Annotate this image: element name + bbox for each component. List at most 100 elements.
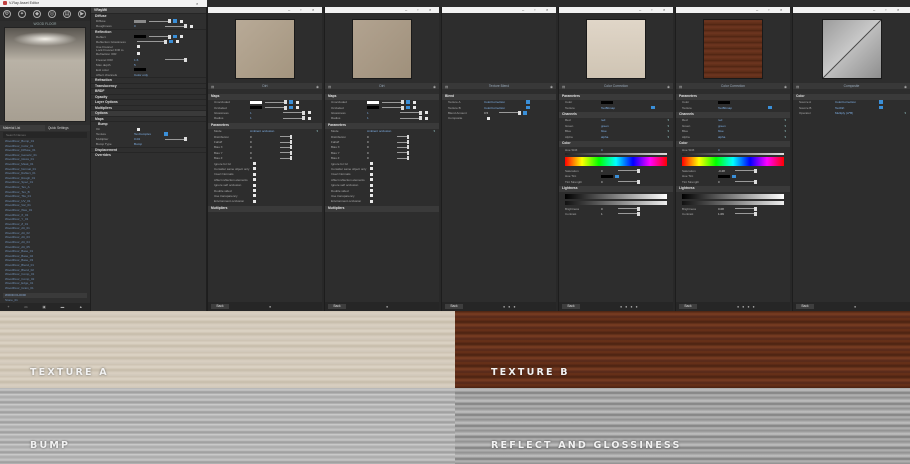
chevron-down-icon[interactable]: ▾	[667, 118, 669, 122]
minimize-icon[interactable]: –	[873, 7, 875, 13]
link-icon[interactable]	[173, 19, 177, 23]
back-button[interactable]: Back	[328, 304, 346, 309]
bump-on-checkbox[interactable]	[137, 127, 140, 131]
maximize-icon[interactable]: ▫	[651, 7, 652, 13]
minimize-icon[interactable]: –	[522, 7, 524, 13]
geometry-icon[interactable]: ◆	[33, 10, 41, 18]
minimize-icon[interactable]: –	[288, 7, 290, 13]
node-list-icon[interactable]: ▤	[796, 84, 799, 90]
occluded-swatch[interactable]	[250, 106, 262, 110]
back-button[interactable]: Back	[445, 304, 463, 309]
settings-icon[interactable]: ⚙	[3, 10, 11, 18]
node-eye-icon[interactable]: ◉	[550, 84, 553, 90]
save-icon[interactable]: ▣	[42, 305, 45, 309]
chevron-down-icon[interactable]: ▾	[316, 129, 318, 133]
node-list-icon[interactable]: ▤	[445, 84, 448, 90]
node-eye-icon[interactable]: ◉	[784, 84, 787, 90]
node-title: ▤ Color Correction ◉	[559, 83, 673, 89]
render-elements-icon[interactable]: ◎	[48, 10, 56, 18]
hue-spectrum[interactable]	[682, 157, 784, 167]
texture-icon[interactable]: ▤	[63, 10, 71, 18]
tab-material-list[interactable]: Material List	[0, 125, 45, 131]
delete-icon[interactable]: ▬	[61, 305, 65, 309]
back-button[interactable]: Back	[796, 304, 814, 309]
section-overrides[interactable]: Overrides	[91, 152, 206, 158]
search-input[interactable]: Search Names	[3, 132, 87, 138]
maximize-icon[interactable]: ▫	[300, 7, 301, 13]
node-preview	[352, 19, 412, 79]
render-icon[interactable]: ▶	[78, 10, 86, 18]
unoccluded-swatch[interactable]	[367, 100, 379, 104]
hue-spectrum[interactable]	[565, 157, 667, 167]
folder-icon[interactable]: ▭	[24, 305, 27, 309]
add-icon[interactable]: +	[7, 305, 9, 309]
node-list-icon[interactable]: ▤	[562, 84, 565, 90]
color-swatch[interactable]	[601, 100, 613, 104]
close-icon[interactable]: ×	[780, 7, 782, 13]
node-list-icon[interactable]: ▤	[328, 84, 331, 90]
maximize-icon[interactable]: ▫	[768, 7, 769, 13]
node-texture-blend: – ▫ × ▤ Texture Blend ◉ Blend Texture A Color…	[441, 7, 556, 311]
section-lightness[interactable]: Lightness	[559, 186, 673, 192]
hue-tint-swatch[interactable]	[601, 174, 613, 178]
back-button[interactable]: Back	[679, 304, 697, 309]
pager-dots[interactable]: ●	[854, 305, 857, 309]
section-multipliers[interactable]: Multipliers	[325, 206, 439, 212]
node-titlebar: – ▫ ×	[676, 7, 790, 13]
chevron-down-icon[interactable]: ▾	[784, 129, 786, 133]
left-toolbar: ⚙ ✦ ◆ ◎ ▤ ▶	[0, 7, 90, 21]
light-icon[interactable]: ✦	[18, 10, 26, 18]
maximize-icon[interactable]: ▫	[417, 7, 418, 13]
back-button[interactable]: Back	[562, 304, 580, 309]
chevron-down-icon[interactable]: ▾	[784, 124, 786, 128]
chevron-down-icon[interactable]: ▾	[667, 135, 669, 139]
list-item[interactable]: WoodFloor_Grain_02	[3, 291, 87, 292]
pager-dots[interactable]: ● ● ● ●	[737, 305, 756, 309]
node-eye-icon[interactable]: ◉	[667, 84, 670, 90]
node-eye-icon[interactable]: ◉	[433, 84, 436, 90]
list-item[interactable]: Stone_01	[3, 298, 87, 303]
close-icon[interactable]: ×	[312, 7, 314, 13]
color-swatch[interactable]	[718, 100, 730, 104]
pager-dots[interactable]: ● ● ●	[503, 305, 517, 309]
close-icon[interactable]: ×	[196, 0, 198, 7]
pager-dots[interactable]: ● ● ● ●	[620, 305, 639, 309]
close-icon[interactable]: ×	[663, 7, 665, 13]
maximize-icon[interactable]: ▫	[885, 7, 886, 13]
minimize-icon[interactable]: –	[756, 7, 758, 13]
reflect-swatch[interactable]	[134, 35, 146, 38]
node-list-icon[interactable]: ▤	[679, 84, 682, 90]
node-eye-icon[interactable]: ◉	[316, 84, 319, 90]
occluded-swatch[interactable]	[367, 106, 379, 110]
diffuse-swatch[interactable]	[134, 19, 146, 23]
vray-app-icon	[3, 0, 7, 5]
close-icon[interactable]: ×	[429, 7, 431, 13]
hue-tint-swatch[interactable]	[718, 174, 730, 178]
render-preview-icon[interactable]: ▲	[79, 305, 83, 309]
minimize-icon[interactable]: –	[639, 7, 641, 13]
unoccluded-swatch[interactable]	[250, 100, 262, 104]
lock-fresnel-checkbox[interactable]	[137, 51, 140, 55]
chevron-down-icon[interactable]: ▾	[667, 124, 669, 128]
maximize-icon[interactable]: ▫	[534, 7, 535, 13]
chevron-down-icon[interactable]: ▾	[784, 135, 786, 139]
tab-quick-settings[interactable]: Quick Settings	[45, 125, 90, 131]
minimize-icon[interactable]: –	[405, 7, 407, 13]
chevron-down-icon[interactable]: ▾	[904, 111, 906, 115]
reflect-glossiness-strip: REFLECT AND GLOSSINESS	[455, 388, 910, 464]
exit-color-swatch[interactable]	[134, 68, 146, 71]
close-icon[interactable]: ×	[546, 7, 548, 13]
section-lightness[interactable]: Lightness	[676, 186, 790, 192]
chevron-down-icon[interactable]: ▾	[667, 129, 669, 133]
close-icon[interactable]: ×	[897, 7, 899, 13]
pager-dots[interactable]: ●	[386, 305, 389, 309]
node-eye-icon[interactable]: ◉	[904, 84, 907, 90]
section-multipliers[interactable]: Multipliers	[208, 206, 322, 212]
back-button[interactable]: Back	[211, 304, 229, 309]
chevron-down-icon[interactable]: ▾	[784, 118, 786, 122]
chevron-down-icon[interactable]: ▾	[433, 129, 435, 133]
pager-dots[interactable]: ●	[269, 305, 272, 309]
use-fresnel-checkbox[interactable]	[137, 45, 140, 48]
reflect-glossiness-label: REFLECT AND GLOSSINESS	[491, 440, 682, 451]
node-list-icon[interactable]: ▤	[211, 84, 214, 90]
